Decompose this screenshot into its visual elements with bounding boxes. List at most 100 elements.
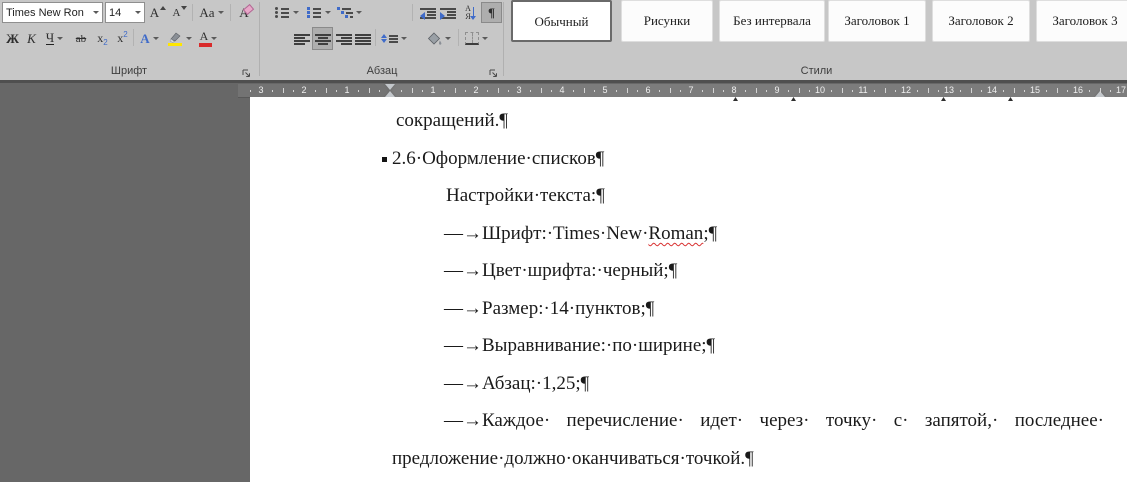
ruler-tick [895, 90, 896, 92]
shading-button[interactable] [423, 27, 454, 50]
chevron-down-icon [293, 11, 299, 14]
paragraph-dialog-launcher[interactable] [488, 66, 499, 77]
ruler-tick [379, 90, 380, 92]
superscript-mark: 2 [123, 30, 127, 39]
ruler-tick [799, 88, 800, 93]
text-segment: —→Шрифт:·Times·New· [444, 223, 648, 244]
superscript-button[interactable]: x2 [113, 27, 132, 50]
font-dialog-launcher[interactable] [241, 66, 252, 77]
line-nastroyki-teksta: Настройки·текста:¶ [446, 183, 605, 208]
font-name-combobox[interactable]: Times New Ron [2, 2, 103, 23]
grow-font-button[interactable]: A [147, 2, 168, 23]
up-caret-icon [160, 6, 166, 10]
clipped-text-descender [1008, 97, 1013, 101]
decrease-indent-button[interactable] [419, 2, 437, 23]
ruler-tick [551, 90, 552, 92]
align-left-button[interactable] [293, 27, 310, 50]
style-card-1[interactable]: Обычный [511, 0, 612, 42]
clear-formatting-button[interactable]: A [233, 2, 255, 23]
highlight-button[interactable] [165, 27, 194, 50]
ruler-tick [444, 90, 445, 92]
numbering-button[interactable] [305, 2, 332, 23]
ruler-number: 10 [815, 85, 825, 95]
line-tsvet-shrifta: —→Цвет·шрифта:·черный;¶ [444, 258, 677, 283]
text-effects-glyph: A [140, 31, 149, 47]
underline-glyph: Ч [46, 32, 54, 45]
ruler-number: 1 [344, 85, 349, 95]
horizontal-ruler[interactable]: 3211234567891011121314151617 [238, 84, 1127, 98]
line-kazhdoe: —→Каждое· перечисление· идет· через· точ… [444, 408, 1104, 433]
ruler-tick [627, 88, 628, 93]
ribbon: Times New Ron 14 A A Aa A [0, 0, 1127, 80]
change-case-button[interactable]: Aa [195, 2, 228, 23]
style-card-5[interactable]: Заголовок 2 [932, 0, 1030, 42]
ruler-tick [336, 90, 337, 92]
font-size-combobox[interactable]: 14 [105, 2, 145, 23]
increase-indent-icon [440, 6, 456, 20]
text-segment: ;¶ [703, 223, 717, 244]
bullets-button[interactable] [273, 2, 300, 23]
ruler-number: 11 [858, 85, 867, 95]
ruler-tick [541, 88, 542, 93]
font-group-label: Шрифт [0, 65, 258, 77]
shrink-font-button[interactable]: A [169, 2, 190, 23]
ruler-number: 5 [602, 85, 607, 95]
style-card-4[interactable]: Заголовок 1 [828, 0, 926, 42]
first-line-indent-marker[interactable] [385, 84, 395, 90]
ribbon-group-styles: ОбычныйРисункиБез интервалаЗаголовок 1За… [506, 0, 1127, 80]
style-card-6[interactable]: Заголовок 3 [1036, 0, 1127, 42]
ruler-tick [573, 90, 574, 92]
ruler-tick [960, 90, 961, 92]
text-effects-button[interactable]: A [136, 27, 163, 50]
ruler-tick [293, 90, 294, 92]
justify-button[interactable] [354, 27, 372, 50]
increase-indent-button[interactable] [439, 2, 457, 23]
document-page[interactable]: сокращений.¶2.6·Оформление·списков¶Настр… [250, 97, 1127, 482]
numbering-icon [306, 6, 322, 20]
change-case-glyph: Aa [199, 5, 214, 21]
chevron-down-icon [93, 11, 99, 14]
ruler-tick [584, 88, 585, 93]
chevron-down-icon [356, 11, 362, 14]
align-right-button[interactable] [335, 27, 352, 50]
clipped-text-descender [733, 97, 738, 101]
multilevel-list-button[interactable] [335, 2, 364, 23]
ruler-tick [938, 90, 939, 92]
ruler-tick [283, 88, 284, 93]
ruler-tick [659, 90, 660, 92]
font-color-button[interactable]: А [195, 27, 222, 50]
line-spacing-button[interactable] [379, 27, 408, 50]
bold-glyph: Ж [6, 31, 19, 47]
line-spacing-icon [381, 34, 398, 44]
heading-2-6: 2.6·Оформление·списков¶ [392, 146, 604, 171]
ruler-number: 14 [987, 85, 997, 95]
font-size-value: 14 [109, 7, 132, 19]
ruler-tick [874, 90, 875, 92]
subscript-button[interactable]: x2 [93, 27, 112, 50]
borders-button[interactable] [462, 27, 491, 50]
ruler-tick [809, 90, 810, 92]
document-area: 3211234567891011121314151617 сокращений.… [0, 83, 1127, 482]
shrink-font-glyph: A [173, 7, 181, 19]
align-center-button[interactable] [312, 27, 333, 50]
ruler-tick [315, 90, 316, 92]
clipped-text-descender [791, 97, 796, 101]
sort-button[interactable]: АЯ [459, 2, 480, 23]
justify-icon [355, 32, 371, 46]
grow-font-glyph: A [150, 5, 159, 21]
style-card-3[interactable]: Без интервала [719, 0, 825, 42]
style-card-2[interactable]: Рисунки [621, 0, 713, 42]
ruler-tick [852, 90, 853, 92]
ruler-tick [1067, 90, 1068, 92]
ruler-tick [508, 90, 509, 92]
ruler-tick [885, 88, 886, 93]
ruler-tick [831, 90, 832, 92]
chevron-down-icon [57, 37, 63, 40]
show-marks-button[interactable]: ¶ [481, 2, 502, 23]
list-bullet-square [382, 157, 387, 162]
sort-icon: АЯ [465, 5, 474, 21]
bold-button[interactable]: Ж [3, 27, 22, 50]
strikethrough-button[interactable]: ab [70, 27, 92, 50]
underline-button[interactable]: Ч [41, 27, 68, 50]
italic-button[interactable]: K [23, 27, 40, 50]
